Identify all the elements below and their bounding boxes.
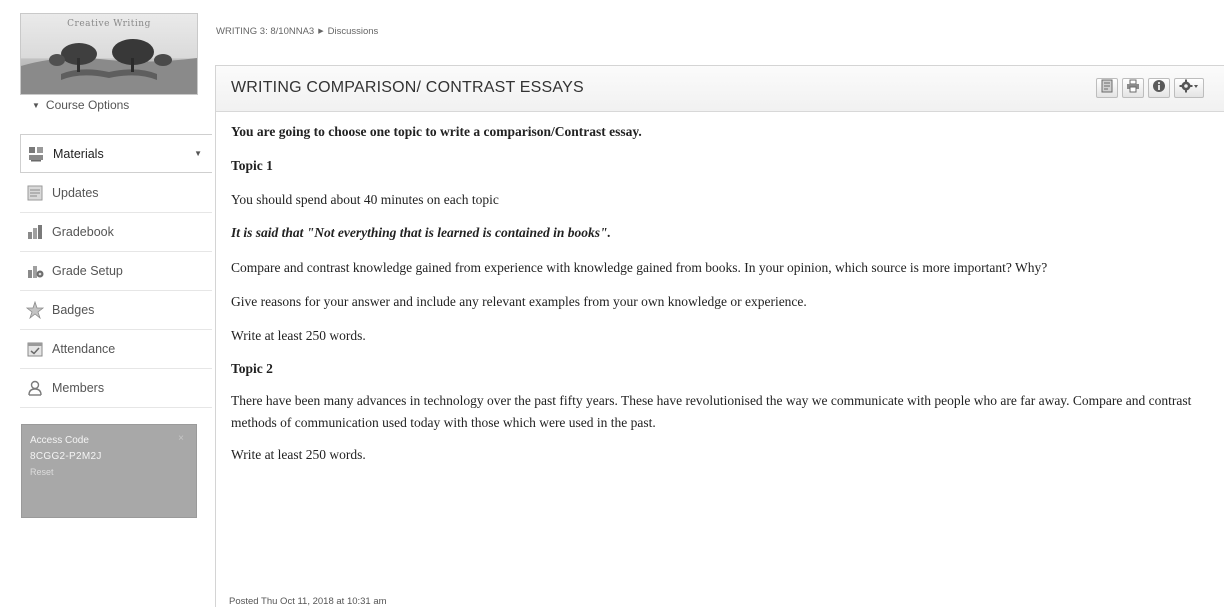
sidebar-item-attendance[interactable]: Attendance xyxy=(20,329,212,368)
paragraph: Give reasons for your answer and include… xyxy=(231,294,807,309)
grade-setup-icon xyxy=(26,262,44,280)
sidebar-item-label: Badges xyxy=(52,302,95,317)
access-code-panel: × Access Code 8CGG2-P2M2J Reset xyxy=(21,424,197,518)
gradebook-icon xyxy=(26,223,44,241)
close-icon[interactable]: × xyxy=(178,433,184,444)
print-button[interactable] xyxy=(1122,78,1144,98)
sidebar-item-label: Attendance xyxy=(52,341,116,356)
document-button[interactable] xyxy=(1096,78,1118,98)
paragraph: You should spend about 40 minutes on eac… xyxy=(231,192,499,207)
sidebar-item-grade-setup[interactable]: Grade Setup xyxy=(20,251,212,290)
sidebar-item-gradebook[interactable]: Gradebook xyxy=(20,212,212,251)
paragraph: There have been many advances in technol… xyxy=(231,393,1192,430)
breadcrumb-course-link[interactable]: WRITING 3: 8/10NNA3 xyxy=(216,26,314,37)
settings-menu-button[interactable] xyxy=(1174,78,1204,98)
sidebar-item-label: Members xyxy=(52,380,105,395)
sidebar: Creative Writing ▼ Course Options Materia… xyxy=(0,0,212,607)
badges-icon xyxy=(25,300,45,319)
access-code-label: Access Code xyxy=(30,435,89,446)
print-icon xyxy=(1126,79,1140,98)
divider xyxy=(20,212,212,213)
topic-heading: Topic 2 xyxy=(231,361,273,376)
course-logo-title: Creative Writing xyxy=(67,19,151,29)
divider xyxy=(20,329,212,330)
sidebar-item-badges[interactable]: Badges xyxy=(20,290,212,329)
sidebar-item-materials[interactable]: Materials ▼ xyxy=(20,134,212,173)
materials-icon xyxy=(27,145,45,163)
intro-text: You are going to choose one topic to wri… xyxy=(231,124,642,139)
updates-icon xyxy=(26,184,44,202)
page-title: WRITING COMPARISON/ CONTRAST ESSAYS xyxy=(231,79,584,96)
caret-down-icon: ▼ xyxy=(32,101,40,110)
chevron-down-icon[interactable]: ▼ xyxy=(194,149,202,158)
sidebar-item-updates[interactable]: Updates xyxy=(20,173,212,212)
paragraph: Write at least 250 words. xyxy=(231,328,366,343)
quote-text: It is said that "Not everything that is … xyxy=(231,225,611,240)
course-logo: Creative Writing xyxy=(20,13,198,95)
access-code-reset-link[interactable]: Reset xyxy=(30,467,188,477)
divider xyxy=(20,251,212,252)
page: Creative Writing ▼ Course Options Materia… xyxy=(0,0,1224,607)
posted-timestamp: Posted Thu Oct 11, 2018 at 10:31 am xyxy=(229,596,387,607)
breadcrumb-separator-icon: ▶ xyxy=(318,28,324,35)
discussion-card: WRITING COMPARISON/ CONTRAST ESSAYS You … xyxy=(215,65,1224,607)
discussion-header: WRITING COMPARISON/ CONTRAST ESSAYS xyxy=(216,66,1224,112)
sidebar-item-label: Grade Setup xyxy=(52,263,123,278)
sidebar-nav: Materials ▼ Updates Gradebook Grade Setu… xyxy=(20,134,212,407)
sidebar-item-label: Updates xyxy=(52,185,99,200)
info-button[interactable] xyxy=(1148,78,1170,98)
breadcrumb-current: Discussions xyxy=(327,26,379,37)
access-code-value: 8CGG2-P2M2J xyxy=(30,451,102,462)
breadcrumb: WRITING 3: 8/10NNA3 ▶ Discussions xyxy=(216,26,378,37)
course-options-label: Course Options xyxy=(45,98,130,112)
paragraph: Write at least 250 words. xyxy=(231,447,366,462)
document-icon xyxy=(1100,79,1114,98)
gear-icon xyxy=(1179,79,1199,98)
course-options-toggle[interactable]: ▼ Course Options xyxy=(32,98,129,112)
topic-heading: Topic 1 xyxy=(231,158,273,173)
sidebar-item-label: Materials xyxy=(53,146,104,161)
members-icon xyxy=(26,379,44,397)
divider xyxy=(20,290,212,291)
divider xyxy=(20,368,212,369)
divider xyxy=(20,407,212,408)
info-icon xyxy=(1152,79,1166,98)
paragraph: Compare and contrast knowledge gained fr… xyxy=(231,260,1048,275)
sidebar-item-members[interactable]: Members xyxy=(20,368,212,407)
sidebar-item-label: Gradebook xyxy=(52,224,114,239)
attendance-icon xyxy=(26,340,44,358)
